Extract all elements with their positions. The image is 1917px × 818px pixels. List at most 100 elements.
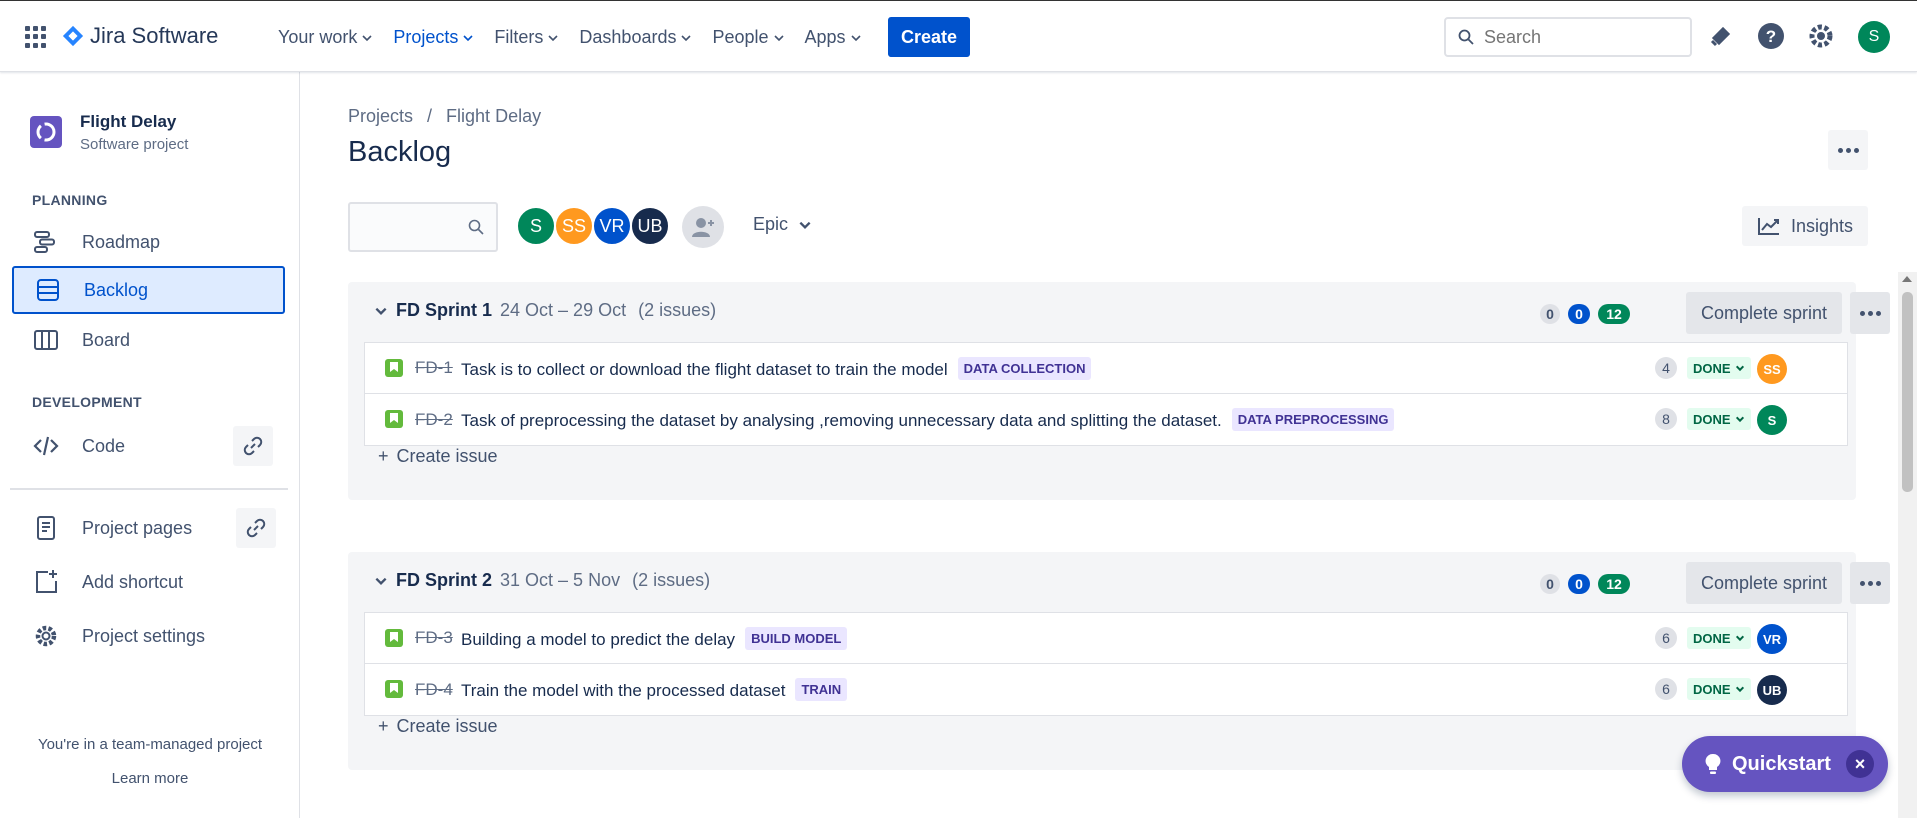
- breadcrumb-projects[interactable]: Projects: [348, 106, 413, 127]
- add-shortcut-icon: [36, 570, 57, 593]
- scroll-up-arrow-icon[interactable]: [1902, 276, 1912, 282]
- search-icon: [1458, 29, 1474, 45]
- jira-logo[interactable]: Jira Software: [62, 23, 218, 49]
- nav-dashboards[interactable]: Dashboards: [569, 21, 702, 54]
- sidebar-item-label: Project settings: [82, 625, 206, 646]
- sidebar-item-board[interactable]: Board: [12, 316, 285, 364]
- sprint-header[interactable]: FD Sprint 1 24 Oct – 29 Oct (2 issues): [374, 300, 716, 321]
- close-icon[interactable]: ×: [1846, 750, 1874, 778]
- planning-header: PLANNING: [32, 192, 108, 208]
- svg-text:?: ?: [1766, 27, 1776, 46]
- filter-avatar[interactable]: UB: [630, 206, 670, 246]
- search-input[interactable]: [1484, 26, 1674, 48]
- nav-projects[interactable]: Projects: [383, 21, 484, 54]
- sprint-more-button[interactable]: [1850, 292, 1890, 334]
- project-avatar-icon[interactable]: [30, 116, 62, 148]
- quickstart-button[interactable]: Quickstart ×: [1682, 736, 1888, 792]
- status-dropdown[interactable]: DONE: [1687, 678, 1751, 700]
- sidebar-item-project-settings[interactable]: Project settings: [12, 612, 285, 660]
- status-label: DONE: [1693, 360, 1731, 376]
- chevron-down-icon[interactable]: [374, 574, 388, 588]
- story-points[interactable]: 8: [1655, 408, 1677, 430]
- nav-label: People: [712, 27, 769, 47]
- epic-filter-dropdown[interactable]: Epic: [753, 214, 812, 235]
- complete-sprint-button[interactable]: Complete sprint: [1686, 292, 1842, 334]
- issue-summary-text: Task is to collect or download the fligh…: [461, 359, 948, 379]
- epic-lozenge[interactable]: BUILD MODEL: [745, 626, 848, 650]
- user-avatar[interactable]: S: [1858, 21, 1890, 53]
- add-people-button[interactable]: [682, 206, 724, 248]
- create-button[interactable]: Create: [888, 17, 970, 57]
- code-link-button[interactable]: [233, 426, 273, 466]
- backlog-search[interactable]: [348, 202, 498, 252]
- issue-key[interactable]: FD-2: [415, 410, 453, 430]
- status-dropdown[interactable]: DONE: [1687, 408, 1751, 430]
- sprint-more-button[interactable]: [1850, 562, 1890, 604]
- learn-more-link[interactable]: Learn more: [0, 770, 300, 787]
- project-pages-link-button[interactable]: [236, 508, 276, 548]
- story-points[interactable]: 4: [1655, 357, 1677, 379]
- sprint-header[interactable]: FD Sprint 2 31 Oct – 5 Nov (2 issues): [374, 570, 710, 591]
- project-name[interactable]: Flight Delay: [80, 112, 176, 132]
- sprint-issue-count: (2 issues): [632, 570, 711, 590]
- epic-lozenge[interactable]: TRAIN: [795, 678, 848, 701]
- issue-key[interactable]: FD-1: [415, 358, 453, 378]
- breadcrumb-project[interactable]: Flight Delay: [446, 106, 541, 127]
- issue-key[interactable]: FD-3: [415, 628, 453, 648]
- page-more-button[interactable]: [1828, 130, 1868, 170]
- issue-row[interactable]: FD-2 Task of preprocessing the dataset b…: [365, 394, 1847, 445]
- insights-button[interactable]: Insights: [1742, 206, 1868, 246]
- issue-row[interactable]: FD-1 Task is to collect or download the …: [365, 343, 1847, 394]
- app-switcher-icon[interactable]: [25, 26, 47, 48]
- help-icon[interactable]: ?: [1756, 21, 1786, 51]
- backlog-icon: [37, 279, 59, 301]
- filter-avatar[interactable]: SS: [554, 206, 594, 246]
- complete-sprint-button[interactable]: Complete sprint: [1686, 562, 1842, 604]
- status-dropdown[interactable]: DONE: [1687, 357, 1751, 379]
- sidebar-item-roadmap[interactable]: Roadmap: [12, 218, 285, 266]
- sidebar-item-label: Board: [82, 329, 131, 350]
- epic-lozenge[interactable]: DATA PREPROCESSING: [1231, 408, 1395, 431]
- epic-lozenge[interactable]: DATA COLLECTION: [957, 356, 1092, 380]
- scrollbar-thumb[interactable]: [1902, 292, 1913, 492]
- nav-label: Apps: [804, 27, 846, 47]
- nav-label: Projects: [393, 27, 459, 47]
- status-dropdown[interactable]: DONE: [1687, 627, 1751, 649]
- nav-people[interactable]: People: [702, 21, 794, 54]
- nav-your-work[interactable]: Your work: [268, 21, 383, 54]
- issue-row[interactable]: FD-4 Train the model with the processed …: [365, 664, 1847, 715]
- sidebar-item-backlog[interactable]: Backlog: [12, 266, 285, 314]
- filter-avatar[interactable]: VR: [592, 206, 632, 246]
- create-issue-button[interactable]: + Create issue: [378, 716, 498, 737]
- create-issue-button[interactable]: + Create issue: [378, 446, 498, 467]
- nav-filters[interactable]: Filters: [484, 21, 569, 54]
- issue-key[interactable]: FD-4: [415, 680, 453, 700]
- sidebar-divider: [10, 488, 288, 490]
- settings-icon[interactable]: [1806, 21, 1836, 51]
- sprint-dates: 24 Oct – 29 Oct: [500, 300, 627, 320]
- nav-apps[interactable]: Apps: [795, 21, 872, 54]
- chevron-down-icon[interactable]: [374, 304, 388, 318]
- assignee-avatar[interactable]: SS: [1757, 354, 1787, 384]
- sidebar-item-add-shortcut[interactable]: Add shortcut: [12, 558, 285, 606]
- issue-summary: Task of preprocessing the dataset by ana…: [461, 408, 1395, 431]
- done-count-badge: 12: [1598, 574, 1630, 594]
- notifications-icon[interactable]: [1706, 21, 1736, 51]
- chevron-down-icon: [1735, 416, 1744, 423]
- global-search[interactable]: [1444, 17, 1692, 57]
- done-count-badge: 12: [1598, 304, 1630, 324]
- todo-count-badge: 0: [1540, 304, 1560, 324]
- filter-avatar[interactable]: S: [516, 206, 556, 246]
- story-points[interactable]: 6: [1655, 678, 1677, 700]
- issue-row[interactable]: FD-3 Building a model to predict the del…: [365, 613, 1847, 664]
- assignee-avatar[interactable]: VR: [1757, 624, 1787, 654]
- story-icon: [385, 680, 403, 698]
- assignee-avatar[interactable]: S: [1757, 405, 1787, 435]
- sidebar-item-label: Roadmap: [82, 231, 161, 252]
- sprint-name: FD Sprint 1: [396, 300, 493, 320]
- backlog-search-input[interactable]: [350, 204, 460, 248]
- vertical-scrollbar[interactable]: [1898, 272, 1917, 818]
- assignee-avatar[interactable]: UB: [1757, 675, 1787, 705]
- story-points[interactable]: 6: [1655, 627, 1677, 649]
- unlink-icon: [246, 518, 266, 538]
